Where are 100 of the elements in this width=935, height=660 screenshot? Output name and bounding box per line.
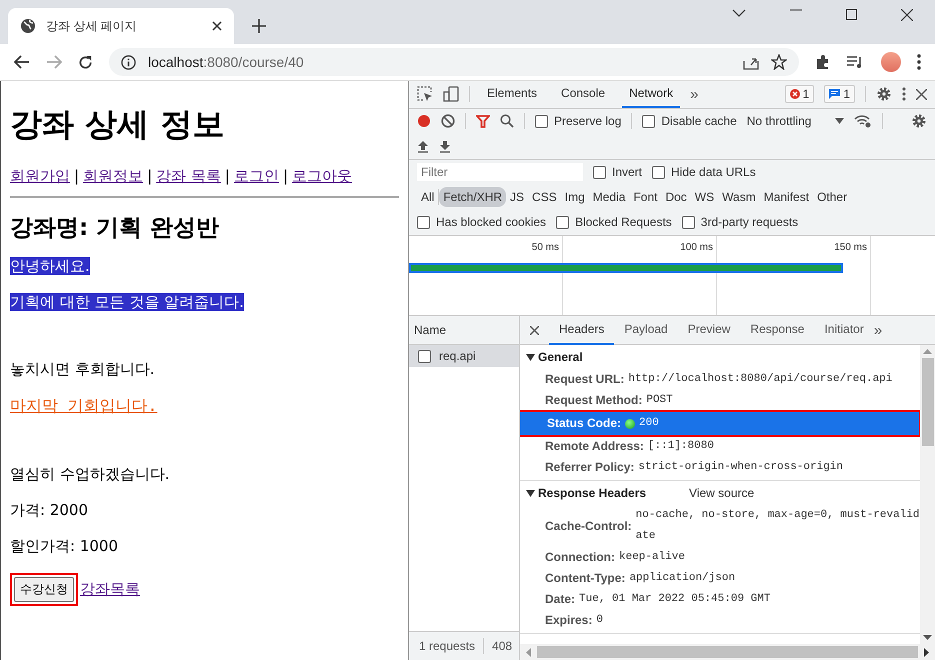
close-icon[interactable] xyxy=(901,9,913,21)
error-count-badge[interactable]: 1 xyxy=(784,85,814,104)
maximize-icon[interactable] xyxy=(846,9,857,20)
description-text: 마지막 기회입니다. xyxy=(10,396,158,415)
type-filter-button[interactable]: JS xyxy=(506,187,528,208)
devtools-tab[interactable]: Network xyxy=(622,80,680,108)
type-filter-button[interactable]: Other xyxy=(813,187,852,208)
reload-icon[interactable] xyxy=(78,54,93,70)
close-icon[interactable] xyxy=(212,21,222,31)
enroll-button[interactable]: 수강신청 xyxy=(14,577,74,602)
browser-tab[interactable]: 강좌 상세 페이지 xyxy=(8,8,234,44)
detail-tab[interactable]: Payload xyxy=(614,315,678,346)
timeline-tick-label: 100 ms xyxy=(680,242,713,253)
search-icon[interactable] xyxy=(500,114,514,128)
download-icon[interactable] xyxy=(439,140,451,153)
puzzle-icon[interactable] xyxy=(815,54,831,70)
nav-link[interactable]: 로그아웃 xyxy=(292,167,352,186)
clear-icon[interactable] xyxy=(441,114,455,128)
upload-icon[interactable] xyxy=(417,140,429,153)
close-icon[interactable] xyxy=(916,88,927,100)
header-row[interactable]: Status Code: 200 xyxy=(520,411,920,436)
type-filter-button[interactable]: Doc xyxy=(661,187,691,208)
close-icon[interactable] xyxy=(530,326,539,335)
checkbox[interactable] xyxy=(652,166,666,179)
record-icon[interactable] xyxy=(417,114,431,128)
nav-link[interactable]: 로그인 xyxy=(234,167,279,186)
type-filter-button[interactable]: Img xyxy=(560,187,589,208)
section-title: Response Headers xyxy=(538,486,646,500)
address-bar[interactable]: localhost:8080/course/40 xyxy=(109,48,799,76)
header-row[interactable]: Date: Tue, 01 Mar 2022 05:45:09 GMT xyxy=(520,589,920,610)
expand-triangle-icon[interactable] xyxy=(526,354,535,361)
type-filter-button[interactable]: Font xyxy=(629,187,662,208)
type-filter-button[interactable]: Manifest xyxy=(760,187,814,208)
throttling-dropdown[interactable]: No throttling xyxy=(746,114,844,128)
header-row[interactable]: Content-Type: application/json xyxy=(520,568,920,590)
detail-tab[interactable]: Headers xyxy=(549,315,614,346)
type-filter-button[interactable]: Wasm xyxy=(718,187,760,208)
devtools-tab[interactable]: Console xyxy=(554,80,612,108)
checkbox[interactable] xyxy=(417,216,430,229)
detail-tab[interactable]: Preview xyxy=(678,315,740,346)
header-row[interactable]: Request URL: http://localhost:8080/api/course/req.api xyxy=(520,369,920,390)
type-filter-button[interactable]: WS xyxy=(690,187,718,208)
column-header: Name xyxy=(414,323,446,338)
detail-tab[interactable]: Response xyxy=(740,315,814,346)
back-arrow-icon[interactable] xyxy=(14,55,30,69)
type-filter-button[interactable]: CSS xyxy=(528,187,561,208)
chevron-down-icon[interactable] xyxy=(732,9,746,17)
more-tabs-icon[interactable]: » xyxy=(690,86,698,103)
minimize-icon[interactable] xyxy=(790,9,802,11)
type-filter-button[interactable]: Media xyxy=(588,187,630,208)
devtools-tab[interactable]: Elements xyxy=(480,80,544,108)
header-row[interactable]: Expires: 0 xyxy=(520,610,920,632)
checkbox[interactable] xyxy=(682,216,695,229)
nav-link[interactable]: 회원정보 xyxy=(83,167,144,186)
settings-icon[interactable] xyxy=(911,113,927,130)
checkbox-label: Disable cache xyxy=(661,114,737,128)
checkbox[interactable] xyxy=(642,114,656,128)
type-filter-button[interactable]: All xyxy=(417,187,438,208)
price-text: 가격: 2000 xyxy=(10,501,88,519)
scrollbar-thumb[interactable] xyxy=(922,358,934,446)
header-row[interactable]: Connection: keep-alive xyxy=(520,547,920,568)
checkbox-label: Hide data URLs xyxy=(671,165,756,180)
filter-icon[interactable] xyxy=(476,114,490,128)
kebab-menu-icon[interactable] xyxy=(902,87,906,102)
message-count-badge[interactable]: 1 xyxy=(824,85,855,104)
inspect-icon[interactable] xyxy=(417,86,433,102)
device-icon[interactable] xyxy=(443,86,459,102)
request-row[interactable]: req.api xyxy=(409,345,519,368)
expand-triangle-icon[interactable] xyxy=(526,490,535,497)
type-filter-button[interactable]: Fetch/XHR xyxy=(439,187,506,208)
checkbox-label: Invert xyxy=(612,165,642,180)
course-list-link[interactable]: 강좌목록 xyxy=(80,580,140,599)
nav-separator: | xyxy=(282,167,288,186)
header-row[interactable]: Remote Address: [::1]:8080 xyxy=(520,436,920,458)
detail-tab[interactable]: Initiator xyxy=(814,315,874,346)
url-text: localhost:8080/course/40 xyxy=(148,54,304,70)
scrollbar-thumb[interactable] xyxy=(537,646,918,658)
nav-link[interactable]: 강좌 목록 xyxy=(156,167,221,186)
course-name-heading: 강좌명: 기획 완성반 xyxy=(10,214,220,243)
checkbox-label: Preserve log xyxy=(554,114,622,128)
nav-separator: | xyxy=(147,167,152,186)
header-row[interactable]: Referrer Policy: strict-origin-when-cross-origin xyxy=(520,457,920,478)
checkbox[interactable] xyxy=(593,166,606,179)
checkbox[interactable] xyxy=(556,216,570,229)
wifi-settings-icon[interactable] xyxy=(854,114,872,128)
nav-link[interactable]: 회원가입 xyxy=(10,167,70,186)
scroll-right-arrow-icon[interactable] xyxy=(924,648,929,656)
header-row[interactable]: Request Method: POST xyxy=(520,390,920,412)
filter-input[interactable]: Filter xyxy=(417,163,583,182)
checkbox-label: Blocked Requests xyxy=(575,215,672,230)
nav-separator: | xyxy=(224,167,230,186)
more-tabs-icon[interactable]: » xyxy=(874,322,882,339)
profile-avatar[interactable] xyxy=(881,52,901,72)
checkbox[interactable] xyxy=(535,114,548,128)
scroll-down-arrow-icon[interactable] xyxy=(923,635,932,640)
kebab-menu-icon[interactable] xyxy=(917,54,921,70)
star-icon[interactable] xyxy=(771,54,787,70)
settings-icon[interactable] xyxy=(876,86,892,102)
new-tab-icon[interactable] xyxy=(252,19,266,33)
view-source-link[interactable]: View source xyxy=(689,486,754,500)
